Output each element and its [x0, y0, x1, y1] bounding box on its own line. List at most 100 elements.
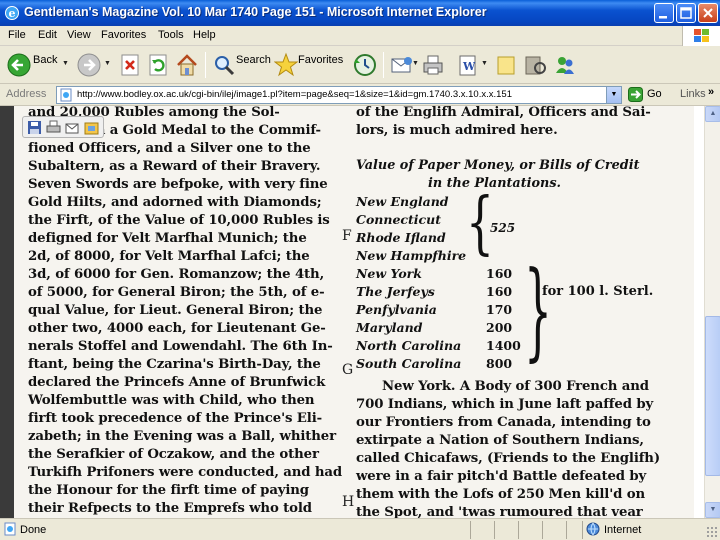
research-icon[interactable] — [523, 51, 547, 79]
text-line: other two, 4000 each, for Lieutenant Ge- — [28, 321, 326, 336]
status-panel — [518, 521, 540, 539]
menu-edit[interactable]: Edit — [38, 29, 57, 41]
brace-right: } — [524, 250, 552, 373]
colony-value: 200 — [486, 320, 513, 335]
colony-name: New Hampfhire — [356, 248, 467, 263]
text-line: nerals Stoffel and Lowendahl. The 6th In… — [28, 339, 333, 354]
status-panel — [470, 521, 492, 539]
resize-grip[interactable] — [706, 526, 718, 538]
colony-name: Maryland — [356, 320, 423, 335]
text-line: Subaltern, as a Reward of their Bravery. — [28, 159, 321, 174]
text-line: called Chicafaws, (Friends to the Englif… — [356, 451, 660, 466]
text-line: defigned for Velt Marfhal Munich; the — [28, 231, 307, 246]
table-row: South Carolina 800 — [356, 356, 526, 374]
menu-file[interactable]: File — [8, 29, 26, 41]
links-label[interactable]: Links — [680, 88, 706, 100]
go-button[interactable]: Go — [647, 88, 662, 100]
svg-text:e: e — [9, 7, 16, 20]
table-subheading: in the Plantations. — [428, 176, 561, 191]
address-url[interactable]: http://www.bodley.ox.ac.uk/cgi-bin/ilej/… — [77, 89, 607, 100]
scroll-down-arrow-icon[interactable]: ▼ — [705, 502, 720, 518]
text-line: 700 Indians, which in June laft paffed b… — [356, 397, 654, 412]
stop-icon[interactable] — [118, 51, 142, 79]
colony-name: Rhode Ifland — [356, 230, 446, 245]
refresh-icon[interactable] — [146, 51, 170, 79]
text-line: lors, is much admired here. — [356, 123, 558, 138]
text-line: Turkifh Prifoners were conducted, and ha… — [28, 465, 343, 480]
menu-bar: File Edit View Favorites Tools Help — [0, 26, 720, 46]
mail-icon[interactable] — [390, 51, 414, 79]
table-row: The Jerfeys 160 — [356, 284, 526, 302]
text-line: zabeth; in the Evening was a Ball, whith… — [28, 429, 336, 444]
home-icon[interactable] — [175, 51, 199, 79]
save-image-icon[interactable] — [27, 120, 42, 135]
go-arrow-icon[interactable] — [628, 87, 643, 102]
table-row: Maryland 200 — [356, 320, 526, 338]
forward-arrow-icon[interactable] — [76, 51, 102, 79]
status-panel — [542, 521, 564, 539]
table-row: New York 160 — [356, 266, 526, 284]
vertical-scrollbar[interactable]: ▲ ▼ — [704, 106, 720, 518]
address-label: Address — [6, 88, 47, 100]
windows-flag-throbber — [682, 26, 720, 46]
table-row: New Hampfhire — [356, 248, 526, 266]
table-row: Penfylvania 170 — [356, 302, 526, 320]
back-label[interactable]: Back — [33, 54, 57, 66]
text-line: firft took precedence of the Prince's El… — [28, 411, 322, 426]
address-dropdown-icon[interactable]: ▼ — [606, 87, 621, 103]
scroll-thumb[interactable] — [705, 316, 720, 476]
address-input[interactable]: http://www.bodley.ox.ac.uk/cgi-bin/ilej/… — [56, 86, 622, 104]
my-pictures-icon[interactable] — [84, 120, 99, 135]
status-panel — [494, 521, 516, 539]
address-bar: Address http://www.bodley.ox.ac.uk/cgi-b… — [0, 84, 720, 106]
edit-word-icon[interactable]: W — [457, 51, 479, 79]
text-line: our Frontiers from Canada, intending to — [356, 415, 651, 430]
text-line: qual Value, for Lieut. General Biron; th… — [28, 303, 323, 318]
mail-dropdown-icon[interactable]: ▼ — [412, 60, 419, 67]
text-line: of 5000, for General Biron; the 5th, of … — [28, 285, 325, 300]
status-panel — [566, 521, 582, 539]
svg-text:W: W — [462, 60, 476, 73]
internet-globe-icon — [586, 522, 600, 536]
menu-tools[interactable]: Tools — [158, 29, 184, 41]
back-dropdown-icon[interactable]: ▼ — [62, 60, 69, 67]
print-image-icon[interactable] — [46, 120, 61, 135]
security-zone-label: Internet — [604, 524, 642, 536]
status-text: Done — [20, 524, 47, 536]
search-icon[interactable] — [212, 51, 236, 79]
status-bar: Done Internet — [0, 518, 720, 540]
margin-letter-g: G — [342, 362, 354, 378]
menu-view[interactable]: View — [67, 29, 91, 41]
scan-binding-edge — [0, 106, 14, 518]
colony-name: The Jerfeys — [356, 284, 435, 299]
favorites-star-icon[interactable] — [274, 51, 298, 79]
page-done-icon — [4, 522, 16, 536]
title-bar[interactable]: e Gentleman's Magazine Vol. 10 Mar 1740 … — [0, 0, 720, 26]
menu-favorites[interactable]: Favorites — [101, 29, 146, 41]
colony-value: 800 — [486, 356, 513, 371]
scroll-up-arrow-icon[interactable]: ▲ — [705, 106, 720, 122]
close-button[interactable] — [698, 3, 718, 23]
menu-help[interactable]: Help — [193, 29, 216, 41]
colony-value: 160 — [486, 284, 513, 299]
forward-dropdown-icon[interactable]: ▼ — [104, 60, 111, 67]
email-image-icon[interactable] — [65, 120, 80, 135]
back-arrow-icon[interactable] — [6, 51, 32, 79]
print-icon[interactable] — [421, 51, 445, 79]
minimize-button[interactable] — [654, 3, 674, 23]
text-line: the Honour for the firft time of paying — [28, 483, 309, 498]
text-line: Wolfembuttle was with Child, who then — [28, 393, 315, 408]
discuss-note-icon[interactable] — [495, 51, 517, 79]
zone-panel — [582, 521, 718, 539]
history-icon[interactable] — [352, 51, 378, 79]
messenger-icon[interactable] — [553, 51, 577, 79]
colony-name: New York — [356, 266, 422, 281]
text-line: Seven Swords are befpoke, with very fine — [28, 177, 328, 192]
edit-dropdown-icon[interactable]: ▼ — [481, 60, 488, 67]
links-chevron-icon[interactable]: » — [708, 86, 714, 98]
favorites-label[interactable]: Favorites — [298, 54, 343, 66]
minimize-icon — [659, 16, 667, 19]
search-label[interactable]: Search — [236, 54, 271, 66]
maximize-button[interactable] — [676, 3, 696, 23]
colony-value: 1400 — [486, 338, 521, 353]
